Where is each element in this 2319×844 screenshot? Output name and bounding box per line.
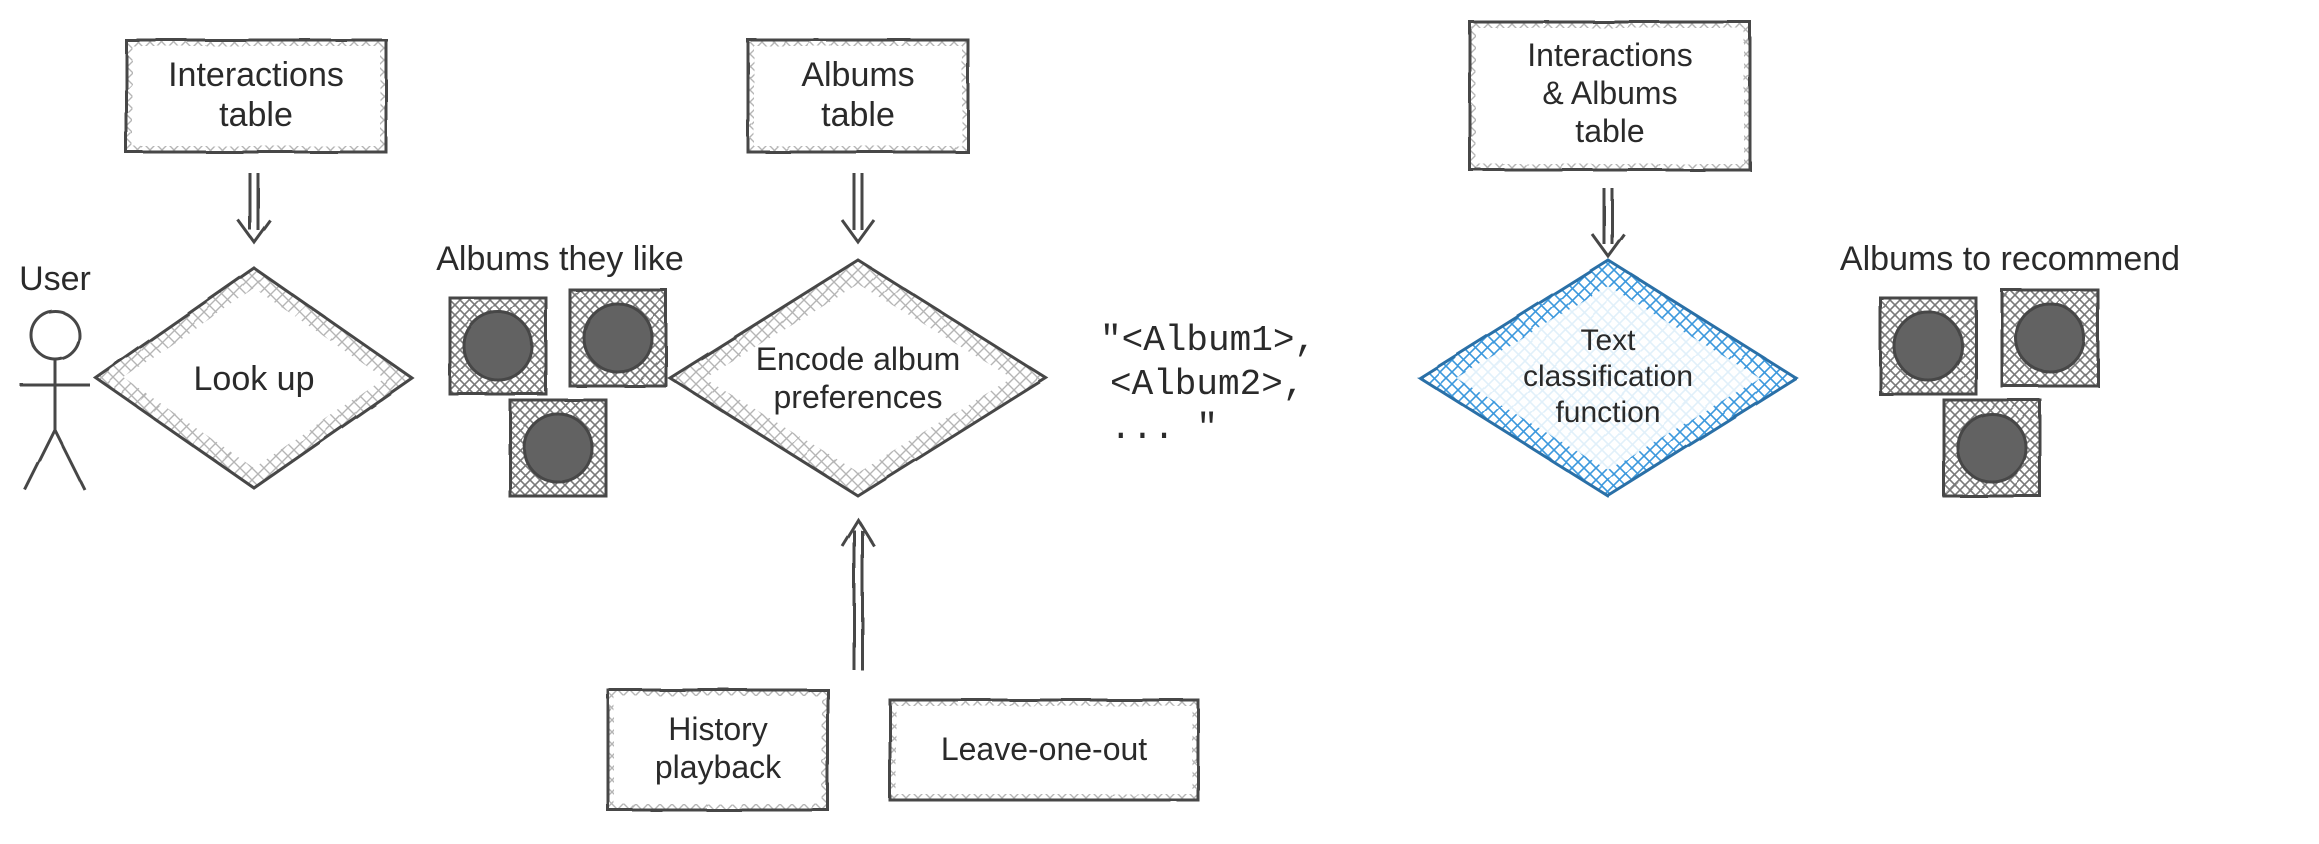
albums-table-label-1: Albums [801,56,914,94]
arrow-methods-to-encode [842,520,874,670]
encoded-output-line-2: <Album2>, [1110,364,1304,405]
arrow-albums-to-encode [842,173,874,242]
encode-label-2: preferences [774,379,943,415]
classifier-label-2: classification [1523,360,1693,393]
user-label: User [19,260,91,298]
flow-diagram: User Interactions table Look up Albums t… [0,0,2319,844]
interactions-albums-label-3: table [1575,113,1644,149]
album-icon [1880,298,1976,394]
user-icon [20,311,90,490]
history-playback-label-1: History [668,711,768,747]
encode-node [670,260,1046,496]
arrow-interactions-to-lookup [238,173,270,242]
albums-table-label-2: table [821,96,895,134]
history-playback-label-2: playback [655,749,782,785]
classifier-label-1: Text [1580,324,1636,357]
album-icon [570,290,666,386]
album-icon [450,298,546,394]
interactions-table-label-1: Interactions [168,56,344,94]
arrow-tables-to-classifier [1592,188,1624,256]
albums-to-recommend-label: Albums to recommend [1840,240,2180,278]
interactions-table-label-2: table [219,96,293,134]
encode-label-1: Encode album [756,341,961,377]
albums-they-like-label: Albums they like [436,240,684,278]
lookup-label: Look up [194,360,315,398]
interactions-albums-label-1: Interactions [1527,37,1692,73]
leave-one-out-label: Leave-one-out [941,731,1147,767]
album-icon [510,400,606,496]
album-icon [2002,290,2098,386]
albums-they-like-icons [450,290,666,496]
interactions-albums-label-2: & Albums [1542,75,1677,111]
encoded-output-line-3: ... " [1110,408,1218,449]
album-icon [1944,400,2040,496]
classifier-label-3: function [1555,396,1660,429]
encoded-output-line-1: "<Album1>, [1100,320,1316,361]
albums-to-recommend-icons [1880,290,2098,496]
